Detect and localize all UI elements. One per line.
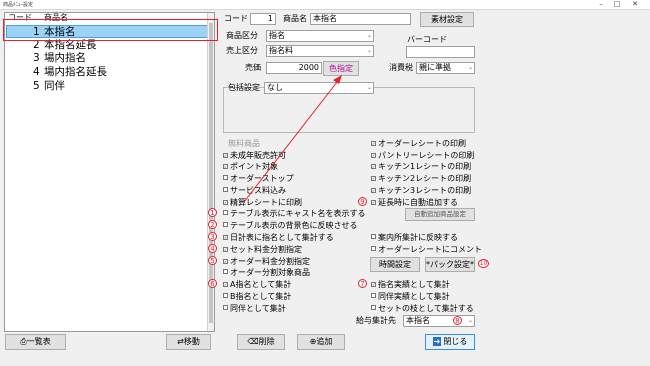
arrow-annotation — [243, 75, 342, 203]
